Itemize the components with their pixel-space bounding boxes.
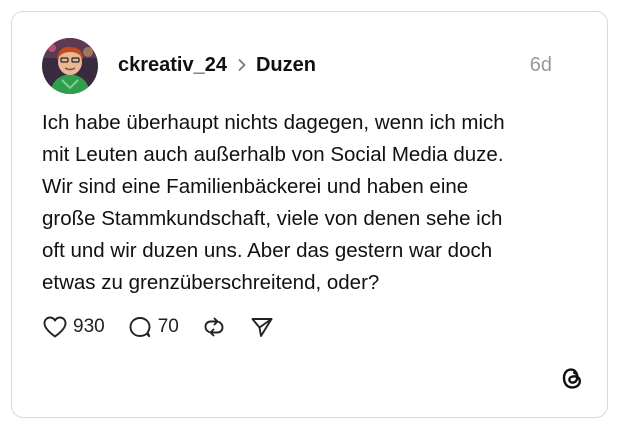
repost-button[interactable] — [201, 315, 227, 339]
username[interactable]: ckreativ_24 — [118, 54, 227, 77]
reply-count: 70 — [157, 316, 179, 337]
post-text-line: Ich habe überhaupt nichts dagegen, wenn … — [42, 111, 505, 134]
post-text: Ich habe überhaupt nichts dagegen, wenn … — [42, 107, 587, 299]
chevron-right-icon — [237, 58, 247, 72]
threads-logo — [560, 364, 584, 397]
action-bar: 930 70 — [42, 312, 297, 342]
post-header: ckreativ_24 Duzen — [118, 50, 316, 80]
send-icon — [251, 318, 273, 337]
post-text-line: große Stammkundschaft, viele von denen s… — [42, 207, 503, 230]
share-button[interactable] — [249, 315, 275, 339]
post-text-line: Wir sind eine Familienbäckerei und haben… — [42, 175, 469, 198]
topic-tag[interactable]: Duzen — [256, 54, 316, 77]
post-text-line: oft und wir duzen uns. Aber das gestern … — [42, 239, 493, 262]
post-card: ckreativ_24 Duzen 6d Ich habe überhaupt … — [11, 11, 608, 418]
post-timestamp: 6d — [529, 54, 552, 76]
post-text-line: etwas zu grenzüberschreitend, oder? — [42, 271, 380, 294]
like-button[interactable]: 930 — [42, 315, 105, 339]
reply-button[interactable]: 70 — [127, 315, 179, 339]
like-count: 930 — [73, 316, 105, 337]
avatar[interactable] — [42, 38, 98, 94]
repost-icon — [204, 317, 224, 337]
heart-icon — [43, 316, 67, 338]
post-text-line: mit Leuten auch außerhalb von Social Med… — [42, 143, 504, 166]
comment-icon — [129, 317, 151, 338]
